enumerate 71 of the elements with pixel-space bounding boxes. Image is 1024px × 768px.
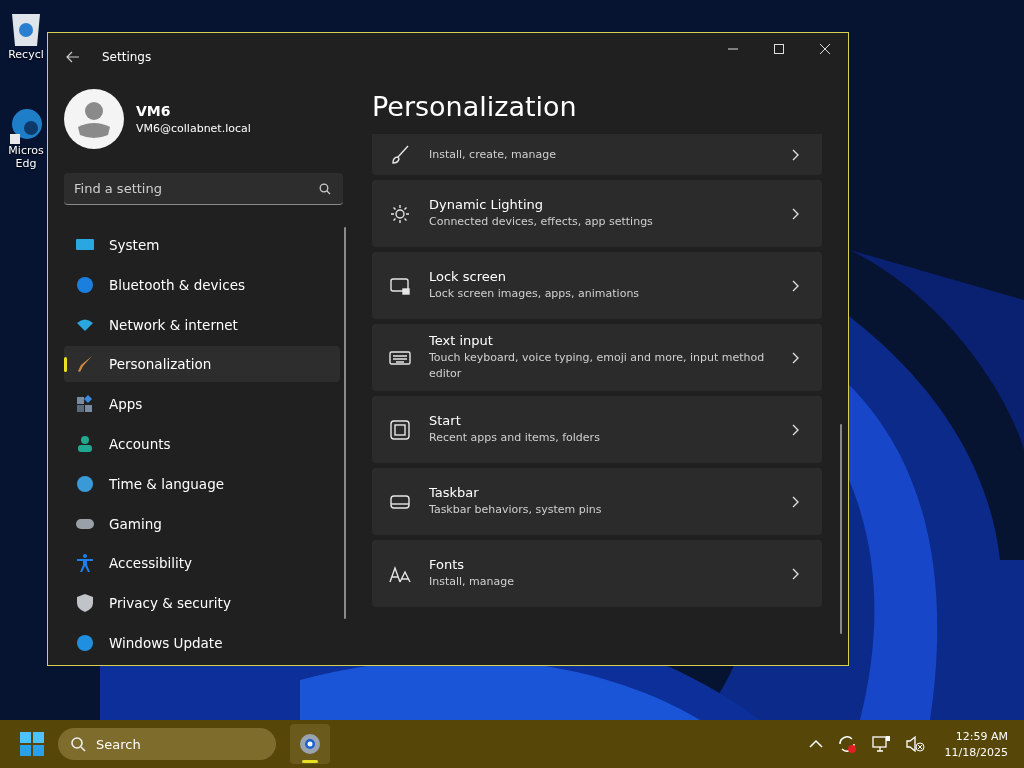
setting-description: Install, manage [429, 574, 516, 590]
close-icon[interactable] [820, 44, 830, 54]
sidebar-item[interactable]: Apps [64, 386, 340, 423]
gear-icon[interactable] [298, 732, 322, 756]
chevron-icon [792, 567, 800, 580]
setting-description: Lock screen images, apps, animations [429, 286, 641, 302]
setting-description: Connected devices, effects, app settings [429, 214, 654, 230]
sidebar-item[interactable]: Privacy & security [64, 585, 340, 622]
desktop-icon-label: Recycl [7, 48, 45, 62]
page-title: Personalization [372, 91, 578, 122]
setting-description: Install, create, manage [429, 146, 557, 163]
chevron-icon [792, 148, 800, 161]
sidebar-item[interactable]: Accounts [64, 426, 340, 462]
account-name: VM6 [136, 103, 172, 119]
chevron-up-icon[interactable] [808, 739, 823, 749]
account-email: VM6@collabnet.local [136, 122, 251, 135]
settings-card[interactable]: Install, create, manage [372, 134, 822, 175]
sidebar-item[interactable]: Network & internet [64, 306, 340, 343]
category-icon [75, 394, 95, 415]
settings-card[interactable]: Start Recent apps and items, folders [372, 396, 822, 463]
setting-description: Taskbar behaviors, system pins [429, 502, 603, 518]
search-field[interactable]: Find a setting [64, 173, 343, 205]
desktop-icon-label: Micros Edg [7, 144, 45, 171]
settings-card[interactable]: Fonts Install, manage [372, 540, 822, 607]
category-icon [75, 473, 95, 494]
category-icon [75, 433, 95, 454]
settings-card[interactable]: Text input Touch keyboard, voice typing, emoji and more, input method editor [372, 324, 822, 391]
search-icon [319, 183, 331, 195]
setting-title: Dynamic Lighting [429, 197, 544, 213]
category-icon [75, 593, 95, 614]
setting-title: Start [429, 413, 462, 429]
category-icon [75, 354, 95, 375]
category-icon [75, 633, 95, 654]
category-icon [75, 553, 95, 574]
sidebar-item[interactable]: Time & language [64, 465, 340, 502]
sidebar-item[interactable]: System [64, 227, 340, 263]
setting-title: Text input [429, 333, 494, 349]
chevron-icon [792, 279, 800, 292]
clock-date[interactable]: 11/18/2025 [944, 745, 1008, 759]
chevron-icon [792, 351, 800, 364]
chevron-icon [792, 207, 800, 220]
settings-card[interactable]: Dynamic Lighting Connected devices, effects, app settings [372, 180, 822, 247]
start-button[interactable] [20, 732, 44, 756]
setting-description: Touch keyboard, voice typing, emoji and more, input method editor [429, 350, 766, 382]
category-icon [75, 274, 95, 295]
network-icon[interactable] [870, 734, 891, 754]
search-icon [70, 736, 86, 752]
chevron-icon [792, 423, 800, 436]
window-title: Settings [102, 50, 152, 64]
setting-description: Recent apps and items, folders [429, 430, 601, 446]
avatar-icon [64, 89, 124, 149]
taskbar-search[interactable]: Search [58, 728, 276, 760]
sidebar-item[interactable]: Bluetooth & devices [64, 266, 340, 303]
sync-icon[interactable] [836, 734, 857, 754]
setting-title: Lock screen [429, 269, 507, 285]
sidebar-item[interactable]: Windows Update [64, 625, 340, 661]
setting-title: Fonts [429, 557, 466, 573]
setting-icon [389, 143, 411, 166]
settings-card[interactable]: Lock screen Lock screen images, apps, animations [372, 252, 822, 319]
volume-muted-icon[interactable] [904, 734, 925, 754]
setting-title: Taskbar [429, 485, 480, 501]
clock-time[interactable]: 12:59 AM [955, 729, 1008, 743]
back-button[interactable] [66, 51, 80, 63]
settings-card[interactable]: Taskbar Taskbar behaviors, system pins [372, 468, 822, 535]
sidebar-item[interactable]: Personalization [64, 346, 340, 383]
setting-icon [389, 202, 411, 225]
sidebar-item[interactable]: Accessibility [64, 545, 340, 582]
chevron-icon [792, 495, 800, 508]
sidebar-item[interactable]: Gaming [64, 505, 340, 542]
maximize-icon[interactable] [774, 44, 784, 54]
setting-icon [389, 418, 411, 441]
